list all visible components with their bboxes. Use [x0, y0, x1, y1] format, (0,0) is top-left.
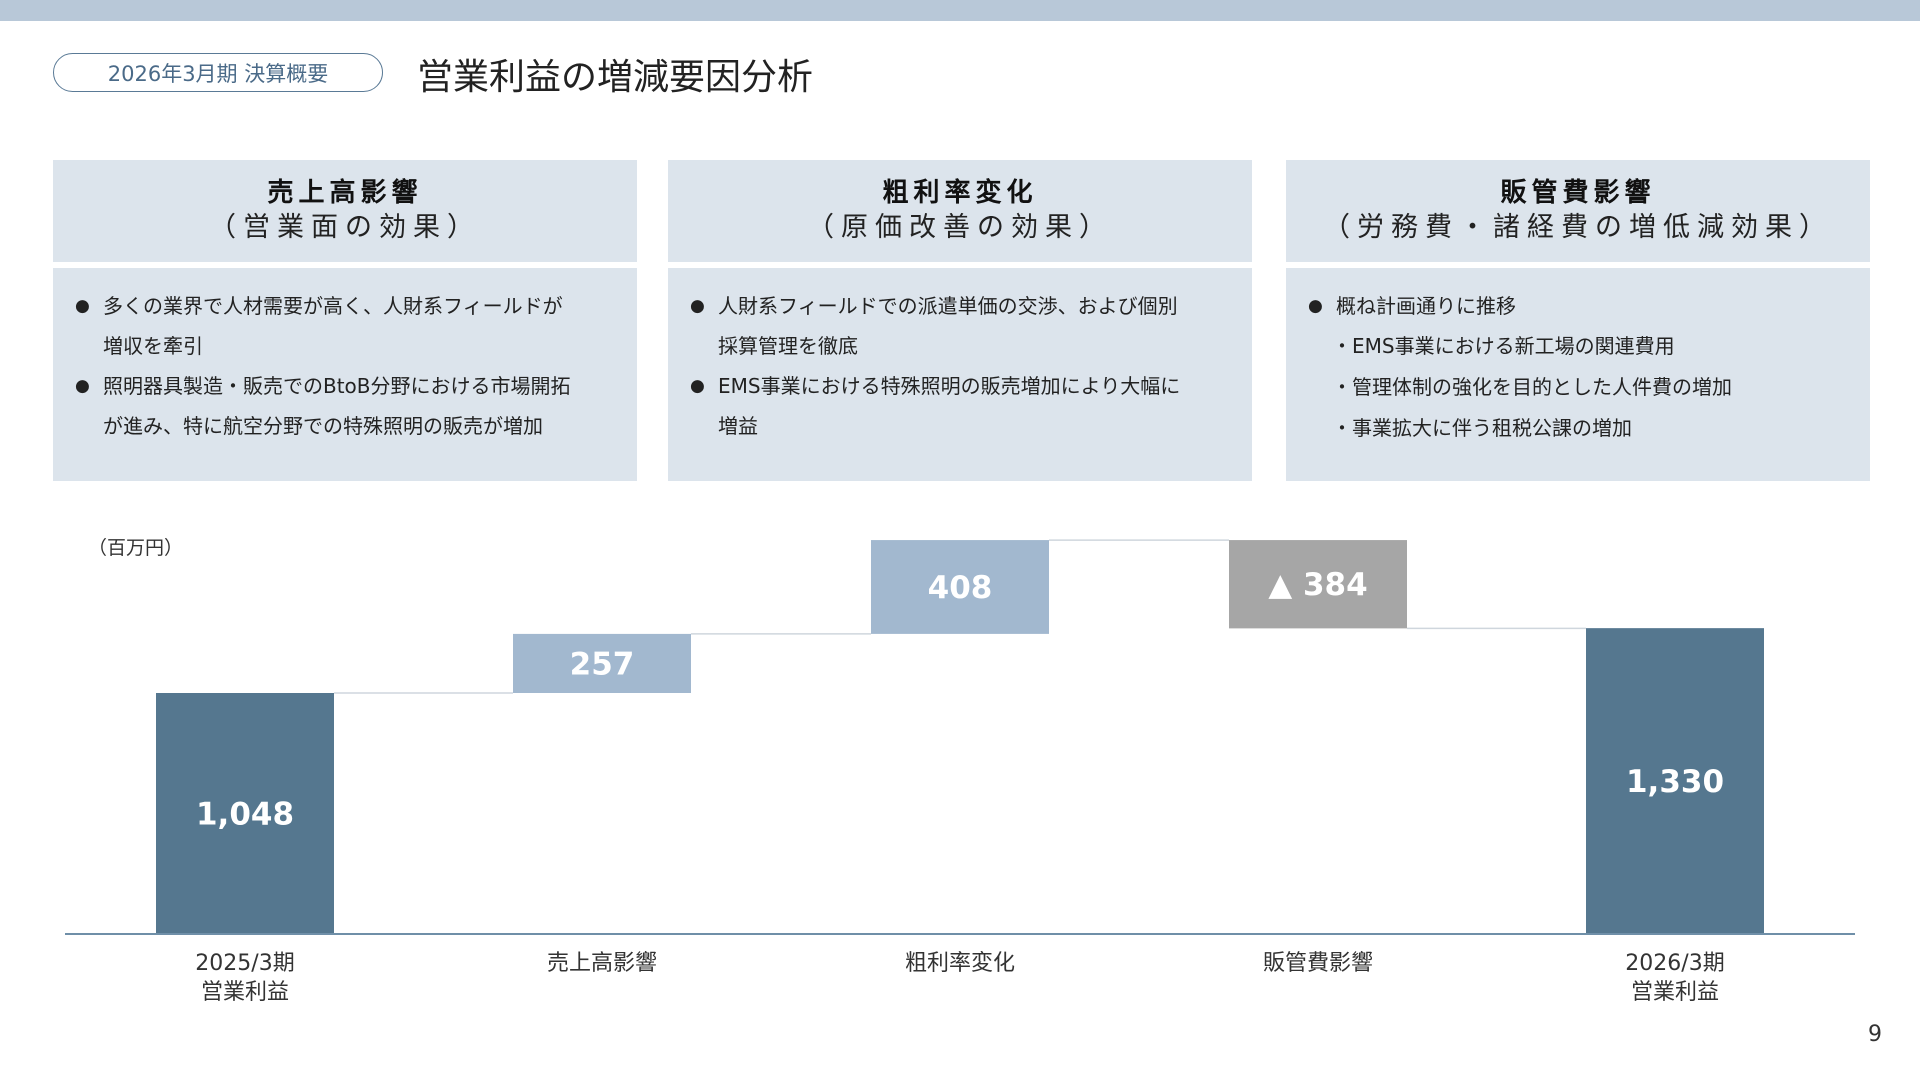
page-number: 9	[1868, 1022, 1882, 1047]
bullet-line: 増益	[718, 414, 758, 438]
category-label: 2026/3期	[1625, 951, 1724, 976]
bar-data-label: 1,330	[1626, 764, 1724, 800]
bullet-dot-icon: ●	[690, 376, 705, 396]
bullet-dot-icon: ●	[690, 296, 705, 316]
sub-item: ・EMS事業における新工場の関連費用	[1332, 334, 1675, 358]
bullet-dot-icon: ●	[75, 376, 90, 396]
bullet-item: ● EMS事業における特殊照明の販売増加により大幅に 増益	[690, 366, 1232, 446]
bullet-line: EMS事業における特殊照明の販売増加により大幅に	[718, 374, 1181, 398]
bullet-line: 概ね計画通りに推移	[1336, 294, 1516, 318]
bullet-item: ● 多くの業界で人材需要が高く、人財系フィールドが 増収を牽引	[75, 286, 617, 366]
bullet-line: 照明器具製造・販売でのBtoB分野における市場開拓	[103, 374, 571, 398]
card-subtitle: （営業面の効果）	[209, 212, 481, 243]
sub-item: ・事業拡大に伴う租税公課の増加	[1332, 416, 1632, 440]
card-title: 売上高影響	[267, 178, 423, 208]
card-gross-margin-header: 粗利率変化 （原価改善の効果）	[668, 160, 1252, 262]
card-gross-margin-body: ● 人財系フィールドでの派遣単価の交渉、および個別 採算管理を徹底 ● EMS事業…	[668, 268, 1252, 481]
category-label: 粗利率変化	[905, 951, 1015, 976]
bullet-item: ● 概ね計画通りに推移	[1308, 286, 1850, 326]
bullet-line: が進み、特に航空分野での特殊照明の販売が増加	[103, 414, 543, 438]
card-subtitle: （労務費・諸経費の増低減効果）	[1323, 212, 1833, 243]
top-accent-bar	[0, 0, 1920, 21]
sub-item: ・管理体制の強化を目的とした人件費の増加	[1332, 375, 1732, 399]
card-title: 販管費影響	[1500, 178, 1656, 208]
bar-data-label: 257	[570, 646, 635, 682]
category-label: 営業利益	[1631, 980, 1719, 1005]
card-sales-impact-body: ● 多くの業界で人材需要が高く、人財系フィールドが 増収を牽引 ● 照明器具製造・…	[53, 268, 637, 481]
card-sga-impact-body: ● 概ね計画通りに推移 ・EMS事業における新工場の関連費用 ・管理体制の強化を…	[1286, 268, 1870, 481]
category-label: 売上高影響	[547, 951, 657, 976]
bar-data-label: 408	[928, 570, 993, 606]
bullet-dot-icon: ●	[1308, 296, 1323, 316]
bullet-line: 人財系フィールドでの派遣単価の交渉、および個別	[718, 294, 1178, 318]
bar-data-label: ▲ 384	[1268, 567, 1367, 603]
card-subtitle: （原価改善の効果）	[807, 212, 1113, 243]
bullet-item: ● 人財系フィールドでの派遣単価の交渉、および個別 採算管理を徹底	[690, 286, 1232, 366]
bullet-line: 採算管理を徹底	[718, 334, 858, 358]
page-title: 営業利益の増減要因分析	[417, 57, 814, 98]
category-label: 2025/3期	[195, 951, 294, 976]
bullet-line: 多くの業界で人材需要が高く、人財系フィールドが	[103, 294, 563, 318]
waterfall-chart: 1,048257408 ▲ 3841,3302025/3期営業利益売上高影響 粗利率…	[65, 539, 1855, 1005]
bullet-dot-icon: ●	[75, 296, 90, 316]
bullet-line: 増収を牽引	[103, 334, 203, 358]
category-label: 販管費影響	[1263, 951, 1373, 976]
bullet-item: ● 照明器具製造・販売でのBtoB分野における市場開拓 が進み、特に航空分野での特…	[75, 366, 617, 446]
card-sga-impact-header: 販管費影響 （労務費・諸経費の増低減効果）	[1286, 160, 1870, 262]
bar-data-label: 1,048	[196, 797, 294, 833]
card-title: 粗利率変化	[882, 178, 1038, 208]
category-label: 営業利益	[201, 980, 289, 1005]
section-label: 2026年3月期 決算概要	[53, 53, 383, 92]
card-sales-impact-header: 売上高影響 （営業面の効果）	[53, 160, 637, 262]
